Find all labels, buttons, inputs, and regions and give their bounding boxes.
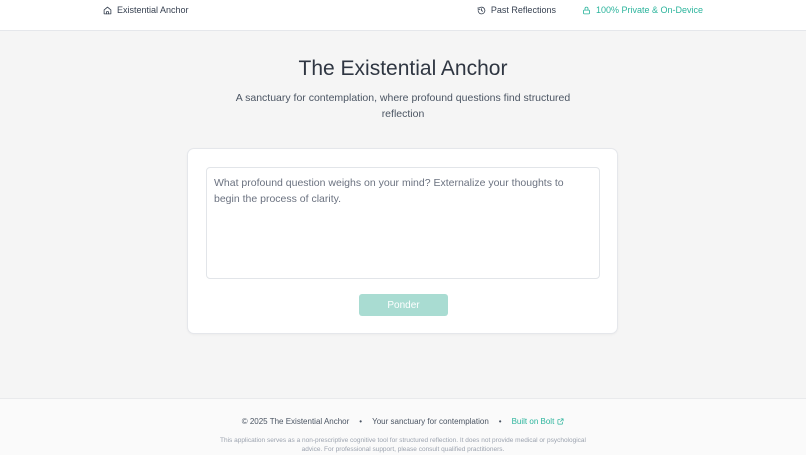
thought-input[interactable] <box>206 167 600 279</box>
footer-separator: • <box>498 417 502 426</box>
ponder-button[interactable]: Ponder <box>359 294 448 316</box>
privacy-label: 100% Private & On-Device <box>595 5 703 15</box>
external-link-icon <box>557 418 564 425</box>
brand-link[interactable]: Existential Anchor <box>103 5 189 15</box>
home-icon <box>103 6 112 15</box>
built-on-bolt-link[interactable]: Built on Bolt <box>512 417 565 426</box>
footer-tagline: Your sanctuary for contemplation <box>372 417 489 426</box>
copyright: © 2025 The Existential Anchor <box>241 417 350 426</box>
past-reflections-label: Past Reflections <box>490 5 556 15</box>
privacy-badge: 100% Private & On-Device <box>582 5 703 15</box>
nav-right: Past Reflections 100% Private & On-Devic… <box>477 5 703 15</box>
footer-separator: • <box>359 417 363 426</box>
page-subtitle: A sanctuary for contemplation, where pro… <box>235 92 571 120</box>
brand-label: Existential Anchor <box>117 5 189 15</box>
page-title: The Existential Anchor <box>298 57 508 80</box>
past-reflections-link[interactable]: Past Reflections <box>477 5 556 15</box>
built-on-bolt-label: Built on Bolt <box>511 417 555 426</box>
lock-icon <box>582 6 591 15</box>
reflection-card: Ponder <box>187 148 618 334</box>
footer: © 2025 The Existential Anchor • Your san… <box>0 398 806 455</box>
disclaimer: This application serves as a non-prescri… <box>220 437 586 453</box>
top-navbar: Existential Anchor Past Reflections 100%… <box>0 0 806 31</box>
footer-line: © 2025 The Existential Anchor • Your san… <box>0 417 806 426</box>
history-icon <box>477 6 486 15</box>
